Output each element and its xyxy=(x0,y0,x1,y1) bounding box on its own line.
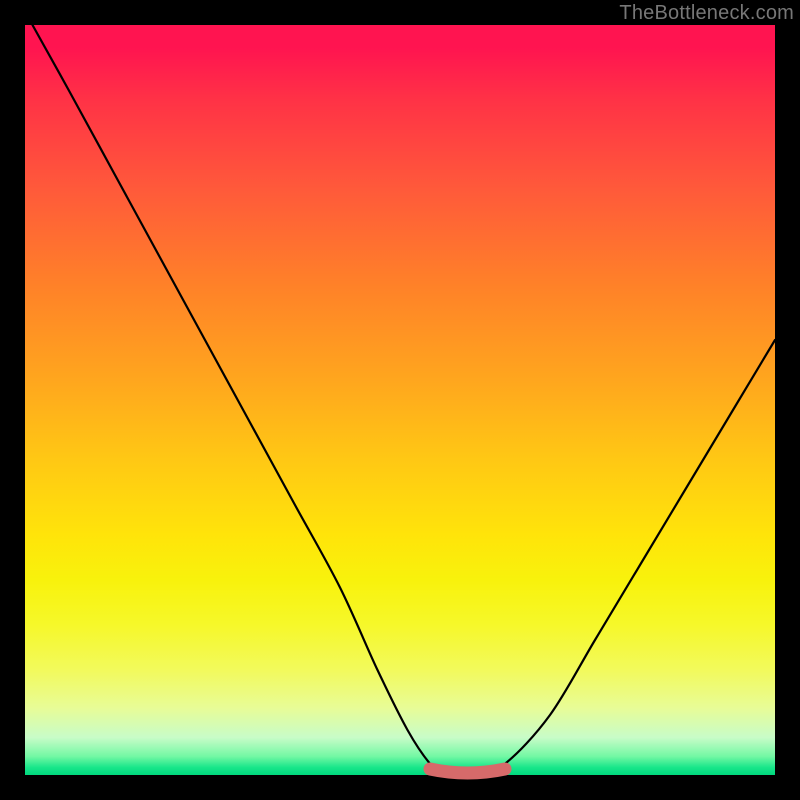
curve-svg xyxy=(25,25,775,775)
plot-area xyxy=(25,25,775,775)
bottleneck-curve xyxy=(33,25,776,776)
chart-frame: TheBottleneck.com xyxy=(0,0,800,800)
flat-bottom-segment xyxy=(430,769,505,773)
watermark-text: TheBottleneck.com xyxy=(619,2,794,25)
